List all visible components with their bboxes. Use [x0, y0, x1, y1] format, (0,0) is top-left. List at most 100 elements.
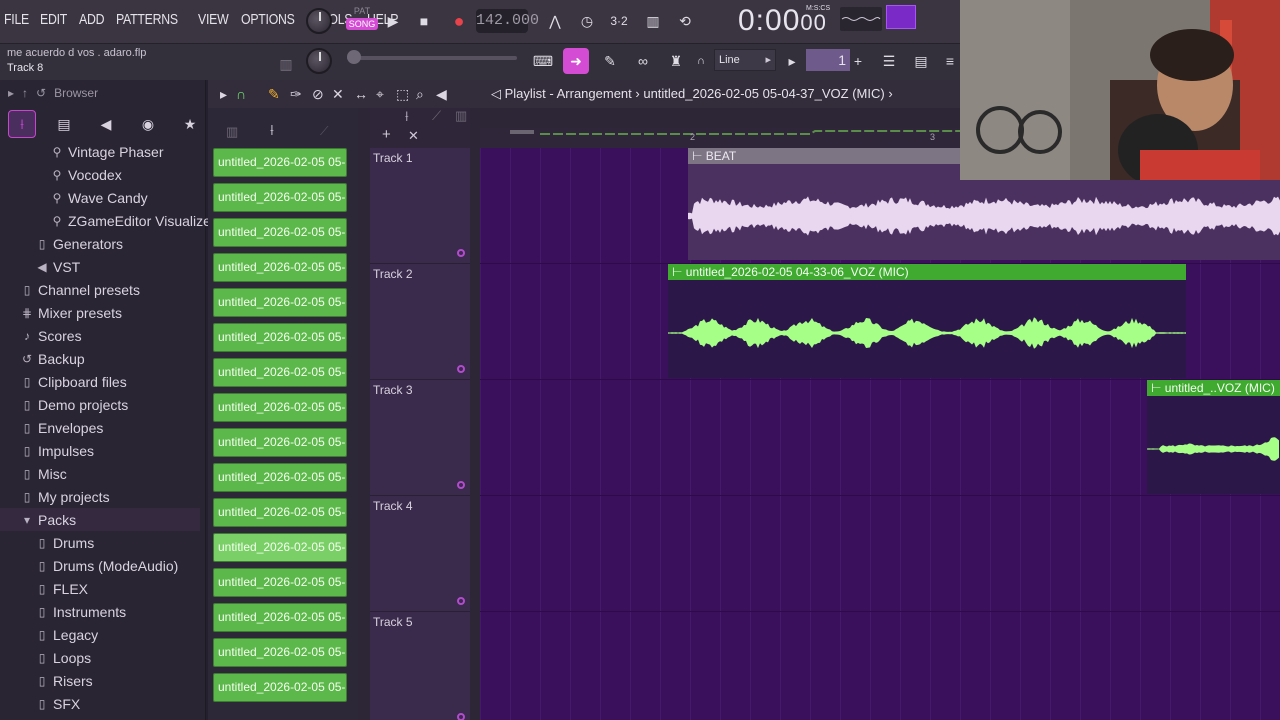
- channel-rack-icon[interactable]: ✎: [597, 48, 623, 74]
- pattern-tool-icon[interactable]: ▥: [455, 108, 467, 124]
- browser-item[interactable]: ▯ Generators: [0, 232, 123, 255]
- clip-source-button[interactable]: untitled_2026-02-05 05-...: [213, 288, 347, 317]
- clip-source-button[interactable]: untitled_2026-02-05 05-...: [213, 568, 347, 597]
- track-enable-icon[interactable]: [457, 713, 465, 720]
- track-enable-icon[interactable]: [457, 365, 465, 373]
- pattern-selector[interactable]: 1: [806, 49, 850, 71]
- track-enable-icon[interactable]: [457, 597, 465, 605]
- track-enable-icon[interactable]: [457, 481, 465, 489]
- clip-source-button[interactable]: untitled_2026-02-05 05-...: [213, 148, 347, 177]
- clip-source-button[interactable]: untitled_2026-02-05 05-...: [213, 253, 347, 282]
- browser-item[interactable]: ▯ Envelopes: [0, 416, 104, 439]
- link-icon[interactable]: ∞: [630, 48, 656, 74]
- master-volume-knob[interactable]: [306, 48, 332, 74]
- browser-item[interactable]: ▯ My projects: [0, 485, 110, 508]
- browser-item[interactable]: ⋕ Mixer presets: [0, 301, 122, 324]
- browser-item[interactable]: ▯ Instruments: [0, 600, 126, 623]
- stop-icon[interactable]: ■: [411, 8, 437, 34]
- metronome-icon[interactable]: ⋀: [542, 8, 568, 34]
- clip-source-button[interactable]: untitled_2026-02-05 05-...: [213, 428, 347, 457]
- step-edit-icon[interactable]: ▥: [640, 8, 666, 34]
- online-icon[interactable]: ◉: [134, 110, 162, 138]
- arrangement-grid[interactable]: ⊢ BEAT ⊢ untitled_2026-02-05 04-33-06_VO…: [480, 148, 1280, 720]
- menu-options[interactable]: OPTIONS: [241, 11, 295, 28]
- menu-view[interactable]: VIEW: [198, 11, 229, 28]
- playlist-icon[interactable]: ➜: [563, 48, 589, 74]
- plugin-db-icon[interactable]: ♜: [663, 48, 689, 74]
- link-tool-icon[interactable]: ⟋: [432, 108, 441, 124]
- voice-clip-1[interactable]: ⊢ untitled_2026-02-05 04-33-06_VOZ (MIC): [668, 264, 1186, 378]
- plugins-icon[interactable]: ◀: [92, 110, 120, 138]
- select-tool-icon[interactable]: ⬚: [396, 86, 409, 103]
- snap-selector[interactable]: Line: [714, 49, 776, 71]
- countdown-icon[interactable]: 3·2: [606, 8, 632, 34]
- slice-tool-icon[interactable]: ⌖: [376, 86, 384, 103]
- pattern-prev-icon[interactable]: ▸: [782, 48, 802, 74]
- magnet-icon[interactable]: ∩: [694, 48, 708, 74]
- track-enable-icon[interactable]: [457, 249, 465, 257]
- play-icon[interactable]: ▶: [380, 8, 406, 34]
- browser-item[interactable]: ▯ Legacy: [0, 623, 98, 646]
- pat-song-toggle[interactable]: PAT SONG: [346, 6, 378, 38]
- tempo-display[interactable]: 142.000: [476, 9, 539, 33]
- up-icon[interactable]: ↑: [22, 86, 28, 100]
- browser-item[interactable]: ▯ Drums: [0, 531, 95, 554]
- clip-source-button[interactable]: untitled_2026-02-05 05-...: [213, 533, 347, 562]
- playback-tool-icon[interactable]: ◀: [436, 86, 447, 103]
- playlist-menu-icon[interactable]: ▸: [220, 86, 227, 103]
- clip-source-button[interactable]: untitled_2026-02-05 05-...: [213, 603, 347, 632]
- remove-icon[interactable]: ✕: [408, 128, 419, 144]
- browser-item[interactable]: ▯ Misc: [0, 462, 67, 485]
- mute-tool-icon[interactable]: ✕: [332, 86, 344, 103]
- browser-item[interactable]: ▯ Drums (ModeAudio): [0, 554, 179, 577]
- menu-edit[interactable]: EDIT: [40, 11, 67, 28]
- clip-source-button[interactable]: untitled_2026-02-05 05-...: [213, 638, 347, 667]
- clip-source-button[interactable]: untitled_2026-02-05 05-...: [213, 463, 347, 492]
- browser-item[interactable]: ⚲ ZGameEditor Visualizer: [0, 209, 216, 232]
- picker-audio-icon[interactable]: ⟊: [270, 122, 274, 139]
- collapse-icon[interactable]: ▸: [8, 86, 14, 100]
- clip-source-button[interactable]: untitled_2026-02-05 05-...: [213, 498, 347, 527]
- favorites-icon[interactable]: ★: [176, 110, 204, 138]
- record-icon[interactable]: ●: [446, 8, 472, 34]
- browser-item[interactable]: ▯ Clipboard files: [0, 370, 127, 393]
- loop-record-icon[interactable]: ⟲: [672, 8, 698, 34]
- history-icon[interactable]: ↺: [36, 86, 46, 100]
- playlist-arrow-icon[interactable]: ◁: [491, 86, 505, 101]
- add-track-icon[interactable]: +: [382, 126, 391, 143]
- clip-source-button[interactable]: untitled_2026-02-05 05-...: [213, 218, 347, 247]
- track-header[interactable]: Track 2: [370, 264, 470, 380]
- picker-pattern-icon[interactable]: ▥: [226, 124, 238, 140]
- browser-toggle-icon[interactable]: ≡: [940, 48, 960, 74]
- menu-add[interactable]: ADD: [79, 11, 104, 28]
- browser-item[interactable]: ▾ Packs: [0, 508, 200, 531]
- clip-source-button[interactable]: untitled_2026-02-05 05-...: [213, 183, 347, 212]
- delete-tool-icon[interactable]: ⊘: [312, 86, 324, 103]
- track-header[interactable]: Track 1: [370, 148, 470, 264]
- browser-item[interactable]: ▯ Channel presets: [0, 278, 140, 301]
- browser-item[interactable]: ▯ Loops: [0, 646, 91, 669]
- master-pitch-knob[interactable]: [306, 8, 332, 34]
- browser-item[interactable]: ◀ VST: [0, 255, 80, 278]
- lock-icon[interactable]: ▥: [276, 54, 296, 74]
- browser-item[interactable]: ↺ Backup: [0, 347, 85, 370]
- menu-patterns[interactable]: PATTERNS: [116, 11, 178, 28]
- add-pattern-icon[interactable]: +: [848, 48, 868, 74]
- clip-source-button[interactable]: untitled_2026-02-05 05-...: [213, 358, 347, 387]
- zoom-tool-icon[interactable]: ⌕: [416, 86, 424, 103]
- files-icon[interactable]: ▤: [50, 110, 78, 138]
- browser-item[interactable]: ⚲ Vocodex: [0, 163, 122, 186]
- browser-item[interactable]: ▯ SFX: [0, 692, 81, 715]
- voice-clip-2[interactable]: ⊢ untitled_..VOZ (MIC): [1147, 380, 1280, 494]
- wait-input-icon[interactable]: ◷: [574, 8, 600, 34]
- draw-tool-icon[interactable]: ✎: [268, 86, 280, 103]
- channel-rack-list-icon[interactable]: ▤: [908, 48, 934, 74]
- mixer-icon[interactable]: ☰: [876, 48, 902, 74]
- all-icon[interactable]: ⟊: [8, 110, 36, 138]
- magnet-snap-icon[interactable]: ∩: [236, 86, 246, 102]
- master-pitch-slider[interactable]: [347, 50, 517, 64]
- clip-source-button[interactable]: untitled_2026-02-05 05-...: [213, 323, 347, 352]
- piano-roll-icon[interactable]: ⌨: [530, 48, 556, 74]
- browser-item[interactable]: ▯ FLEX: [0, 577, 88, 600]
- browser-item[interactable]: ▯ Demo projects: [0, 393, 129, 416]
